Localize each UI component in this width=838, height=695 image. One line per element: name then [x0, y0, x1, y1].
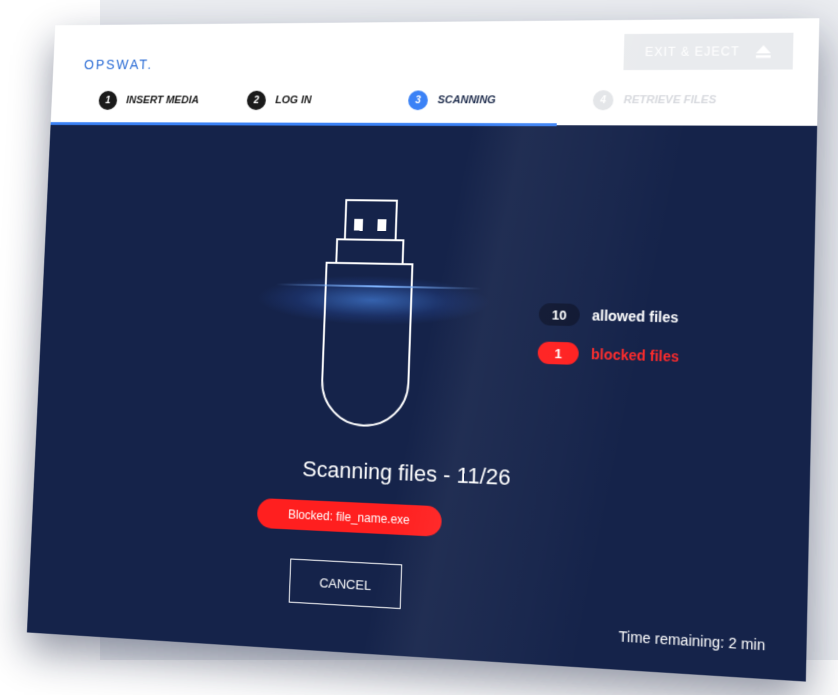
- step-number: 2: [246, 90, 267, 111]
- file-counters: 10 allowed files 1 blocked files: [537, 302, 681, 384]
- step-number: 1: [98, 90, 118, 110]
- step-label: SCANNING: [437, 94, 496, 107]
- opswat-logo: OPSWAT.: [83, 56, 154, 73]
- blocked-files-counter: 1 blocked files: [537, 341, 679, 367]
- usb-drive-icon: [311, 198, 427, 439]
- allowed-files-label: allowed files: [591, 307, 679, 326]
- step-retrieve-files: 4 RETRIEVE FILES: [592, 90, 717, 111]
- time-remaining: Time remaining: 2 min: [618, 627, 766, 654]
- step-indicator: 1 INSERT MEDIA 2 LOG IN 3 SCANNING 4 RET…: [51, 90, 818, 121]
- allowed-count-badge: 10: [538, 302, 581, 327]
- scan-status-text: Scanning files - 11/26: [302, 456, 512, 491]
- blocked-file-badge: Blocked: file_name.exe: [256, 497, 443, 537]
- cancel-button[interactable]: CANCEL: [288, 558, 403, 610]
- kiosk-screen: OPSWAT. EXIT & EJECT 1 INSERT MEDIA 2 LO…: [26, 18, 820, 682]
- blocked-files-label: blocked files: [590, 345, 680, 365]
- step-number: 4: [592, 90, 614, 111]
- exit-eject-label: EXIT & EJECT: [644, 44, 740, 59]
- step-insert-media: 1 INSERT MEDIA: [98, 90, 200, 110]
- exit-eject-button[interactable]: EXIT & EJECT: [623, 32, 794, 71]
- scan-progress-bar: [50, 122, 558, 127]
- step-log-in: 2 LOG IN: [246, 90, 312, 111]
- eject-icon: [755, 45, 771, 58]
- step-label: INSERT MEDIA: [125, 94, 200, 107]
- header-bar: OPSWAT. EXIT & EJECT 1 INSERT MEDIA 2 LO…: [50, 18, 820, 126]
- allowed-files-counter: 10 allowed files: [538, 302, 681, 329]
- step-scanning: 3 SCANNING: [407, 90, 496, 111]
- step-label: LOG IN: [275, 94, 312, 107]
- step-label: RETRIEVE FILES: [623, 94, 717, 107]
- step-number: 3: [407, 90, 429, 111]
- blocked-count-badge: 1: [537, 341, 579, 365]
